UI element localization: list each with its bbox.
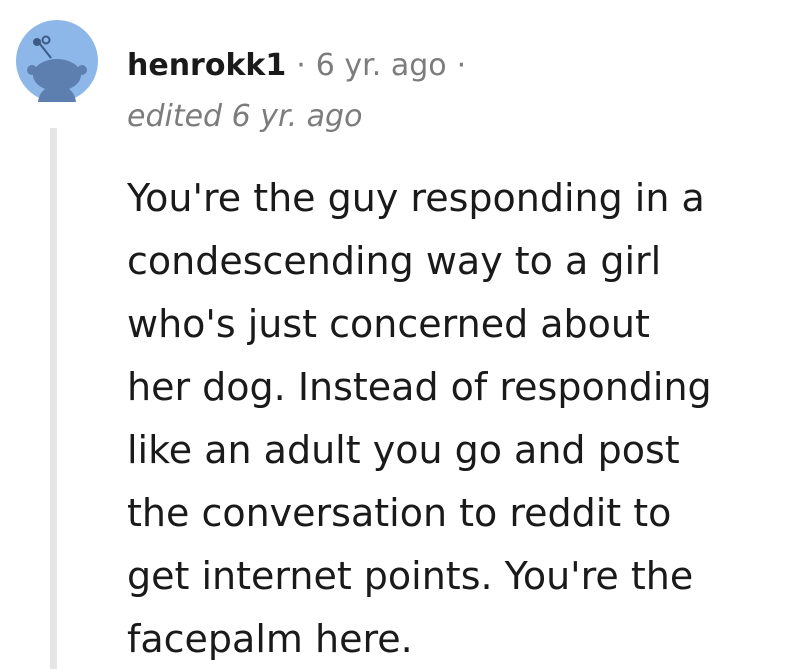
username-link[interactable]: henrokk1: [127, 48, 286, 83]
comment-line: facepalm here.: [127, 617, 413, 661]
comment-meta: henrokk1 · 6 yr. ago ·: [127, 44, 476, 88]
comment-body: You're the guy responding in a condescen…: [127, 167, 767, 669]
comment-line: her dog. Instead of responding: [127, 365, 712, 409]
comment: henrokk1 · 6 yr. ago · edited 6 yr. ago You…: [0, 0, 792, 669]
timestamp[interactable]: 6 yr. ago: [316, 48, 447, 83]
comment-paragraph: You're the guy responding in a condescen…: [127, 167, 767, 669]
comment-line: You're the guy responding in a: [127, 176, 705, 220]
edited-note: edited 6 yr. ago: [127, 99, 363, 134]
comment-line: condescending way to a girl: [127, 239, 662, 283]
meta-separator: ·: [296, 48, 306, 83]
meta-separator-trailing: ·: [456, 48, 467, 83]
snoo-avatar-icon: [16, 20, 98, 102]
comment-line: who's just concerned about: [127, 302, 650, 346]
comment-line: get internet points. You're the: [127, 554, 694, 598]
comment-line: the conversation to reddit to: [127, 491, 672, 535]
comment-line: like an adult you go and post: [127, 428, 680, 472]
avatar[interactable]: [16, 20, 98, 102]
thread-line[interactable]: [50, 128, 57, 669]
